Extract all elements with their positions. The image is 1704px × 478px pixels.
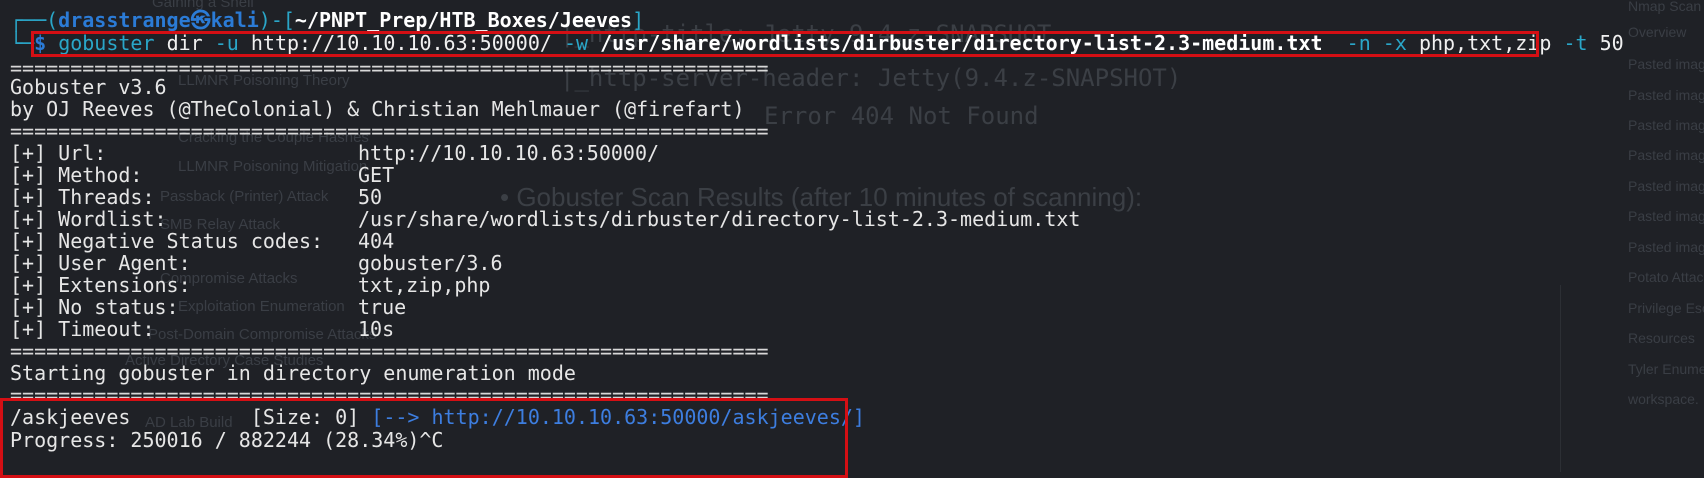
config-row-negative-status: [+] Negative Status codes: 404 [10,229,395,253]
divider: ========================================… [10,119,769,143]
config-row-user-agent: [+] User Agent: gobuster/3.6 [10,251,503,275]
bg-outline-item: Pasted image [1628,239,1704,255]
bg-outline-item: Tyler Enumer [1628,361,1704,377]
bg-outline-item: Pasted image [1628,56,1704,72]
bg-outline-item: Pasted image [1628,87,1704,103]
result-highlight-box [0,398,848,478]
bg-outline-item: Potato Attack [1628,269,1704,285]
bg-outline-item: Pasted image [1628,178,1704,194]
gobuster-authors: by OJ Reeves (@TheColonial) & Christian … [10,97,745,121]
config-row-timeout: [+] Timeout: 10s [10,317,395,341]
config-row-extensions: [+] Extensions: txt,zip,php [10,273,491,297]
config-row-method: [+] Method: GET [10,163,395,187]
bg-outline-item: workspace. [1628,391,1699,407]
starting-message: Starting gobuster in directory enumerati… [10,361,576,385]
prompt-line: ┌──(drasstrange㉿kali)-[~/PNPT_Prep/HTB_B… [10,8,645,32]
bg-outline-item: Privilege Esc [1628,300,1704,316]
bg-outline-item: Pasted image [1628,208,1704,224]
bg-code-line: Error 404 Not Found [764,102,1039,130]
bg-panel-divider [1560,285,1704,472]
prompt-user: drasstrange㉿kali [58,8,259,32]
gobuster-version: Gobuster v3.6 [10,75,167,99]
config-row-wordlist: [+] Wordlist:/usr/share/wordlists/dirbus… [10,207,1081,231]
bg-outline-item: Pasted image [1628,147,1704,163]
bg-outline-item: Overview [1628,24,1687,40]
config-row-no-status: [+] No status: true [10,295,407,319]
command-highlight-box [31,31,1539,57]
divider: ========================================… [10,339,769,363]
bg-outline-item: Resources [1628,330,1695,346]
config-row-threads: [+] Threads: 50 [10,185,383,209]
bg-outline-item: Pasted image [1628,117,1704,133]
bg-outline-item: Nmap Scan [1628,0,1702,14]
prompt-path: ~/PNPT_Prep/HTB_Boxes/Jeeves [294,8,633,32]
config-row-url: [+] Url: http://10.10.10.63:50000/ [10,141,660,165]
